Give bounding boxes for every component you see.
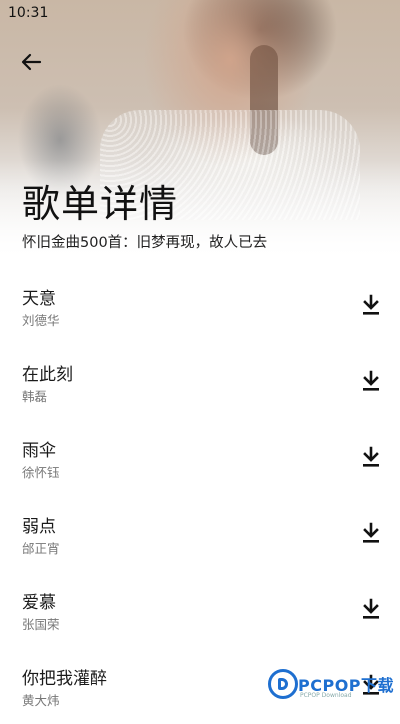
- song-title: 你把我灌醉: [22, 669, 107, 689]
- download-button[interactable]: [358, 368, 384, 394]
- pcpop-watermark: PCPOP下载 PCPOP Download: [268, 667, 398, 707]
- download-icon: [363, 522, 379, 543]
- song-title: 天意: [22, 289, 56, 309]
- download-button[interactable]: [358, 292, 384, 318]
- song-artist: 张国荣: [22, 617, 60, 632]
- download-button[interactable]: [358, 444, 384, 470]
- back-button[interactable]: [18, 50, 46, 74]
- pcpop-logo-icon: [268, 669, 298, 699]
- status-time: 10:31: [8, 5, 49, 21]
- song-title: 爱慕: [22, 593, 56, 613]
- watermark-subtext: PCPOP Download: [300, 692, 352, 699]
- song-artist: 黄大炜: [22, 693, 60, 708]
- song-list: 天意 刘德华 在此刻 韩磊 雨伞 徐怀钰 弱点 邰正宵 爱慕 张国荣 你把我灌醉…: [0, 268, 400, 724]
- song-artist: 邰正宵: [22, 541, 60, 556]
- arrow-left-icon: [21, 53, 42, 71]
- song-row[interactable]: 弱点 邰正宵: [0, 496, 400, 572]
- song-row[interactable]: 雨伞 徐怀钰: [0, 420, 400, 496]
- song-row[interactable]: 在此刻 韩磊: [0, 344, 400, 420]
- song-title: 弱点: [22, 517, 56, 537]
- download-button[interactable]: [358, 520, 384, 546]
- download-icon: [363, 370, 379, 391]
- download-icon: [363, 598, 379, 619]
- download-button[interactable]: [358, 596, 384, 622]
- song-title: 在此刻: [22, 365, 73, 385]
- page-title: 歌单详情: [22, 182, 179, 226]
- song-row[interactable]: 天意 刘德华: [0, 268, 400, 344]
- playlist-subtitle: 怀旧金曲500首：旧梦再现，故人已去: [22, 235, 268, 251]
- song-artist: 刘德华: [22, 313, 60, 328]
- download-icon: [363, 294, 379, 315]
- download-icon: [363, 446, 379, 467]
- song-artist: 徐怀钰: [22, 465, 60, 480]
- song-artist: 韩磊: [22, 389, 48, 404]
- song-title: 雨伞: [22, 441, 56, 461]
- song-row[interactable]: 爱慕 张国荣: [0, 572, 400, 648]
- header-background-photo: [0, 0, 400, 270]
